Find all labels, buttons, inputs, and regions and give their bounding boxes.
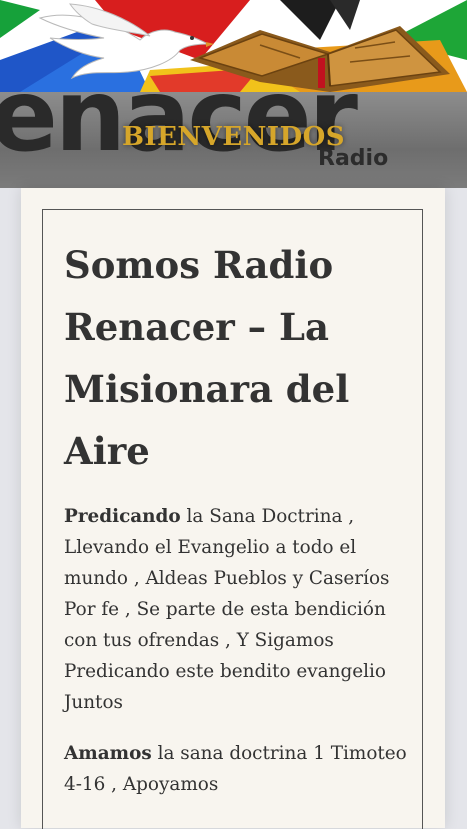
dark-shape — [330, 0, 360, 30]
doctrine-paragraph: Amamos la sana doctrina 1 Timoteo 4-16 ,… — [64, 738, 409, 800]
green-shape-left — [0, 0, 40, 38]
post-title: Somos Radio Renacer – La Misionara del A… — [64, 243, 350, 473]
black-shape — [280, 0, 340, 40]
welcome-heading: BIENVENIDOS — [121, 122, 346, 152]
header-banner: enacer Radio BIENVENIDOS — [0, 0, 467, 188]
intro-strong-text: Predicando — [64, 506, 181, 527]
intro-text: la Sana Doctrina , Llevando el Evangelio… — [64, 506, 390, 713]
intro-paragraph: Predicando la Sana Doctrina , Llevando e… — [64, 501, 409, 718]
article-box: Somos Radio Renacer – La Misionara del A… — [42, 209, 423, 829]
doctrine-strong-text: Amamos — [64, 743, 152, 764]
content-card: Somos Radio Renacer – La Misionara del A… — [21, 188, 445, 829]
